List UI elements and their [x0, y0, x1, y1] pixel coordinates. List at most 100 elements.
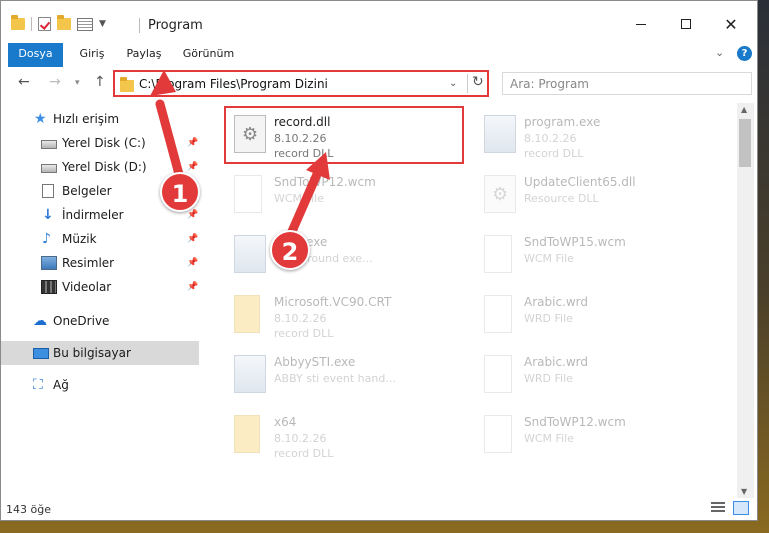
search-placeholder[interactable]: Ara: Program	[510, 77, 589, 91]
maximize-icon	[681, 19, 691, 29]
file-name: UpdateClient65.dll	[524, 175, 636, 189]
file-name: SndToWP15.wcm	[524, 235, 626, 249]
sidebar-item-local-disk-c[interactable]: Yerel Disk (C:) 📌	[1, 131, 199, 155]
file-name: x64	[274, 415, 297, 429]
scrollbar-thumb[interactable]	[739, 119, 751, 167]
file-item[interactable]: AbbyySTI.exe ABBY sti event hand...	[228, 349, 468, 399]
vertical-scrollbar[interactable]: ▲ ▼	[737, 103, 754, 498]
document-file-icon	[234, 175, 262, 213]
view-properties-icon[interactable]	[77, 17, 93, 31]
file-item[interactable]: Microsoft.VC90.CRT 8.10.2.26 record DLL	[228, 289, 468, 340]
large-icons-view-icon[interactable]	[733, 501, 749, 515]
tab-view[interactable]: Görünüm	[181, 43, 236, 65]
window-title: Program	[148, 18, 203, 33]
details-view-icon[interactable]	[711, 502, 725, 514]
forward-arrow-icon[interactable]: →	[49, 74, 61, 90]
back-arrow-icon[interactable]: ←	[18, 74, 30, 90]
close-button[interactable]: ✕	[711, 11, 751, 37]
sidebar-item-label: Videolar	[62, 280, 112, 294]
help-icon[interactable]: ?	[737, 46, 752, 61]
file-item[interactable]: Arabic.wrd WRD File	[478, 289, 718, 339]
file-type: Resource DLL	[524, 192, 599, 205]
file-name: Microsoft.VC90.CRT	[274, 295, 392, 309]
file-type: WRD File	[524, 372, 573, 385]
file-item[interactable]: SndToWP12.wcm WCM File	[478, 409, 718, 459]
address-divider	[467, 74, 468, 93]
navigation-pane: ★ Hızlı erişim Yerel Disk (C:) 📌 Yerel D…	[1, 103, 206, 498]
scroll-up-icon[interactable]: ▲	[741, 105, 747, 114]
file-item[interactable]: SndToWP15.wcm WCM File	[478, 229, 718, 279]
maximize-button[interactable]	[666, 11, 706, 37]
address-path[interactable]: C:\Program Files\Program Dizini	[139, 77, 328, 91]
minimize-icon	[636, 23, 646, 25]
computer-icon	[33, 347, 49, 359]
exe-file-icon	[234, 355, 266, 393]
file-type: WCM File	[274, 192, 324, 205]
sidebar-item-label: Müzik	[62, 232, 97, 246]
file-name: Arabic.wrd	[524, 295, 589, 309]
sidebar-item-quick-access[interactable]: ★ Hızlı erişim	[1, 107, 199, 131]
pin-icon[interactable]: 📌	[187, 138, 198, 148]
cloud-icon: ☁	[33, 313, 47, 329]
address-bar[interactable]: C:\Program Files\Program Dizini ⌄ ↻	[113, 70, 489, 97]
highlight-box	[224, 106, 464, 164]
sidebar-item-label: Ağ	[53, 378, 69, 392]
file-version: 8.10.2.26	[274, 432, 327, 445]
file-description: record DLL	[524, 147, 584, 160]
title-separator	[139, 18, 140, 33]
pin-icon[interactable]: 📌	[187, 210, 198, 220]
refresh-icon[interactable]: ↻	[472, 74, 484, 90]
sidebar-item-pictures[interactable]: Resimler 📌	[1, 251, 199, 275]
navigation-bar: ← → ▾ ↑ C:\Program Files\Program Dizini …	[1, 67, 757, 101]
file-name: SndToWP12.wcm	[524, 415, 626, 429]
pin-icon[interactable]: 📌	[187, 234, 198, 244]
file-name: SndToWP12.wcm	[274, 175, 376, 189]
sidebar-item-label: Belgeler	[62, 184, 112, 198]
file-type: WCM File	[524, 432, 574, 445]
folder-icon	[234, 415, 260, 453]
chevron-down-icon[interactable]: ⌄	[449, 78, 457, 89]
document-file-icon	[484, 295, 512, 333]
file-item[interactable]: Arabic.wrd WRD File	[478, 349, 718, 399]
pin-icon[interactable]: 📌	[187, 258, 198, 268]
expand-ribbon-icon[interactable]: ⌄	[715, 46, 724, 59]
download-icon: ↓	[42, 207, 54, 223]
file-item[interactable]: SndToWP12.wcm WCM File	[228, 169, 468, 219]
up-arrow-icon[interactable]: ↑	[94, 74, 106, 90]
exe-file-icon	[484, 115, 516, 153]
file-version: 8.10.2.26	[524, 132, 577, 145]
close-icon: ✕	[724, 14, 738, 34]
file-version: 8.10.2.26	[274, 312, 327, 325]
pin-icon[interactable]: 📌	[187, 162, 198, 172]
file-item[interactable]: x64 8.10.2.26 record DLL	[228, 409, 468, 460]
sidebar-item-network[interactable]: ⛶ Ağ	[1, 373, 199, 397]
file-item[interactable]: UpdateClient65.dll Resource DLL	[478, 169, 718, 219]
document-file-icon	[484, 355, 512, 393]
file-item[interactable]: program.exe 8.10.2.26 record DLL	[478, 109, 718, 160]
file-description: ABBY sti event hand...	[274, 372, 396, 385]
sidebar-item-music[interactable]: ♪ Müzik 📌	[1, 227, 199, 251]
tab-share[interactable]: Paylaş	[123, 43, 165, 65]
sidebar-item-videos[interactable]: Videolar 📌	[1, 275, 199, 299]
tab-home[interactable]: Giriş	[73, 43, 111, 65]
new-folder-icon[interactable]	[57, 15, 71, 30]
minimize-button[interactable]	[621, 11, 661, 37]
sidebar-item-label: Yerel Disk (D:)	[62, 160, 147, 174]
sidebar-item-label: Resimler	[62, 256, 115, 270]
item-count: 143 öğe	[6, 503, 51, 516]
file-item[interactable]: Exec.exe background exe...	[228, 229, 468, 279]
sidebar-item-onedrive[interactable]: ☁ OneDrive	[1, 309, 199, 333]
recent-locations-chevron-icon[interactable]: ▾	[75, 78, 80, 88]
properties-check-icon[interactable]	[38, 17, 51, 31]
search-box[interactable]: Ara: Program	[502, 72, 752, 95]
chevron-down-icon[interactable]: ▼	[99, 19, 106, 29]
pin-icon[interactable]: 📌	[187, 282, 198, 292]
callout-badge-2: 2	[270, 230, 310, 270]
document-file-icon	[484, 415, 512, 453]
sidebar-item-this-pc[interactable]: Bu bilgisayar	[1, 341, 199, 365]
file-type: WRD File	[524, 312, 573, 325]
star-icon: ★	[34, 111, 47, 127]
sidebar-item-label: OneDrive	[53, 314, 110, 328]
scroll-down-icon[interactable]: ▼	[741, 487, 747, 496]
toolbar-separator	[31, 17, 32, 31]
